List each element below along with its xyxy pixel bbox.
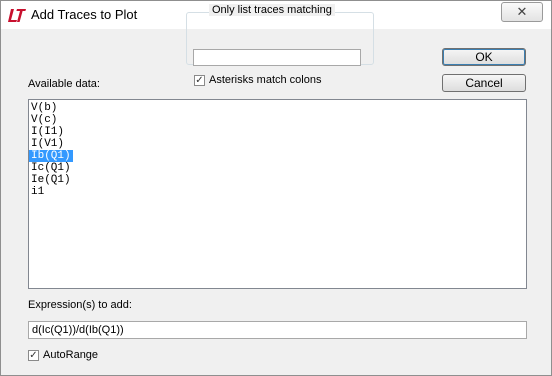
asterisks-checkbox[interactable]: ✓: [194, 75, 205, 86]
filter-input[interactable]: [193, 49, 361, 66]
checkmark-icon: ✓: [29, 350, 38, 361]
expression-label: Expression(s) to add:: [28, 299, 132, 311]
asterisks-label: Asterisks match colons: [209, 74, 322, 86]
close-icon: ✕: [516, 4, 528, 19]
expression-input[interactable]: d(Ic(Q1))/d(Ib(Q1)): [28, 321, 527, 339]
autorange-checkbox[interactable]: ✓: [28, 350, 39, 361]
checkmark-icon: ✓: [195, 75, 204, 86]
list-item-selected[interactable]: Ib(Q1): [29, 150, 73, 162]
available-data-list[interactable]: V(b) V(c) I(I1) I(V1) Ib(Q1) Ic(Q1) Ie(Q…: [28, 99, 527, 289]
list-item[interactable]: V(b): [29, 102, 59, 114]
autorange-label: AutoRange: [43, 349, 99, 361]
list-item[interactable]: I(I1): [29, 126, 66, 138]
cancel-button[interactable]: Cancel: [442, 74, 526, 92]
add-traces-dialog: Add Traces to Plot ✕ Only list traces ma…: [0, 0, 552, 376]
available-data-label: Available data:: [28, 78, 100, 90]
ok-button[interactable]: OK: [442, 48, 526, 66]
close-button[interactable]: ✕: [501, 2, 543, 22]
list-item[interactable]: i1: [29, 186, 46, 198]
list-item[interactable]: Ic(Q1): [29, 162, 73, 174]
window-title: Add Traces to Plot: [31, 7, 138, 22]
list-item[interactable]: Ie(Q1): [29, 174, 73, 186]
list-item[interactable]: V(c): [29, 114, 59, 126]
list-item[interactable]: I(V1): [29, 138, 66, 150]
ltspice-logo-icon: [8, 9, 26, 22]
filter-group-label: Only list traces matching: [209, 4, 335, 16]
